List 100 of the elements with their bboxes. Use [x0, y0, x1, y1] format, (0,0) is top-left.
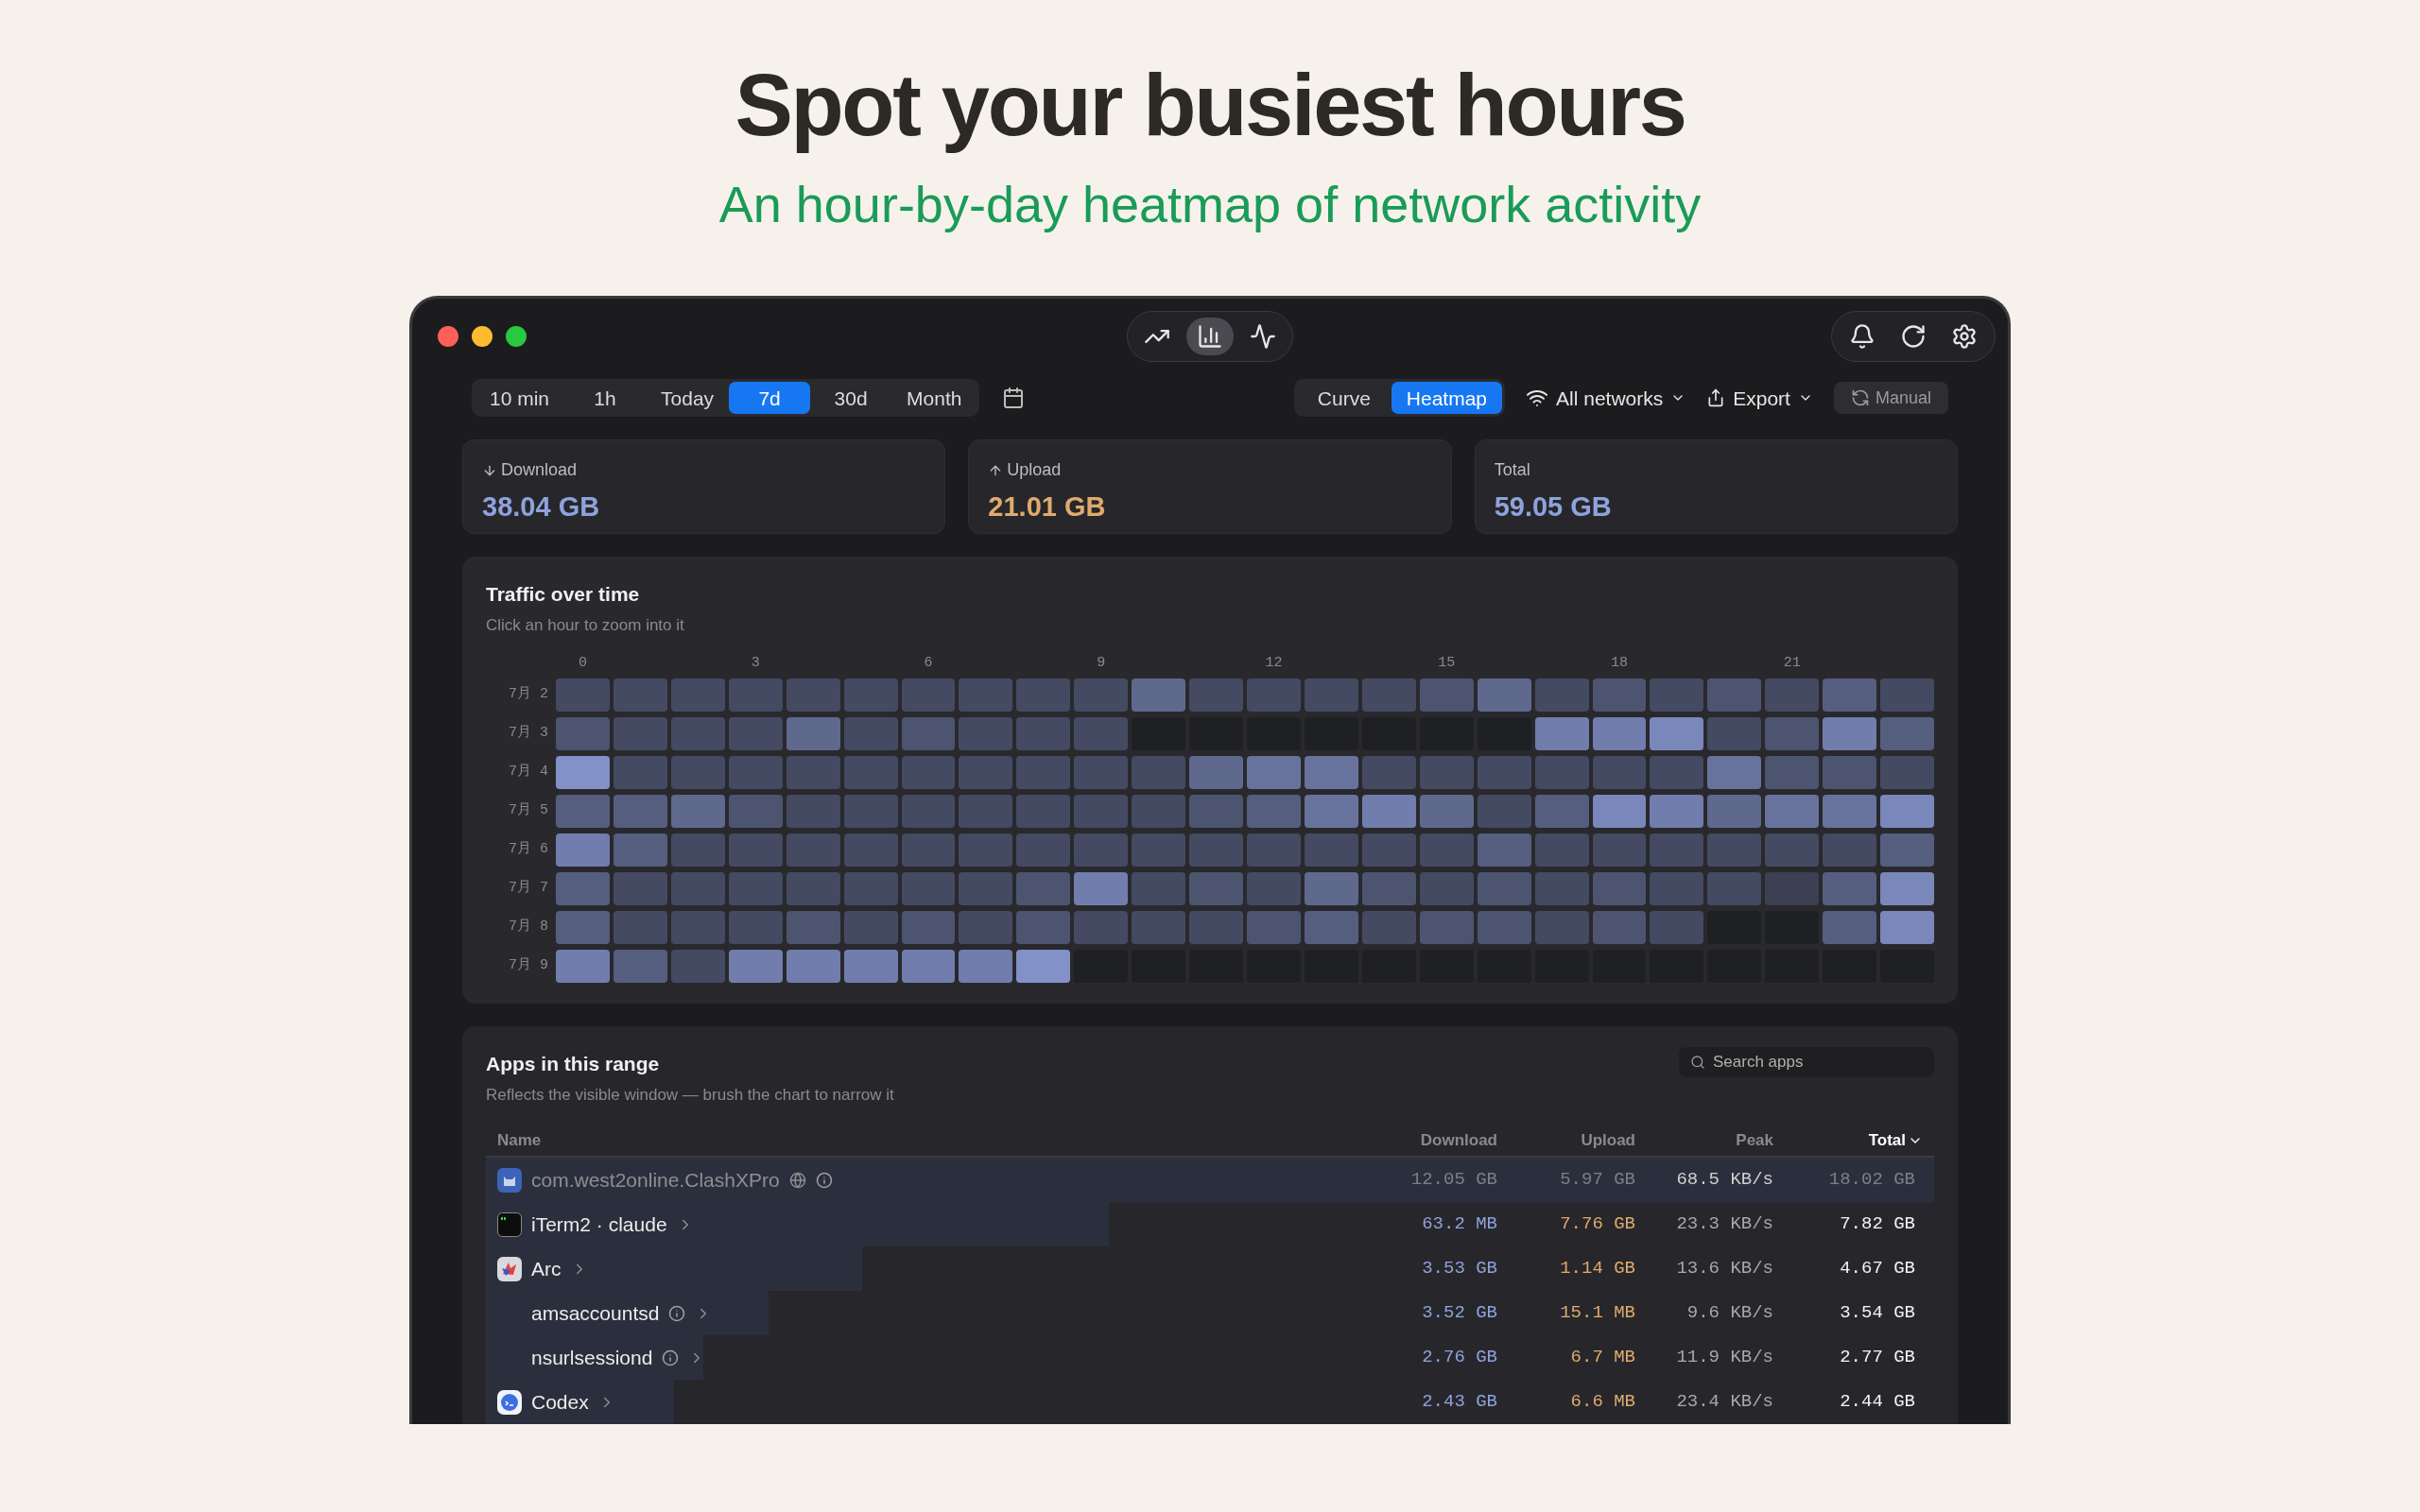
heatmap-cell[interactable] [843, 795, 898, 829]
heatmap-cell[interactable] [556, 679, 610, 713]
heatmap-cell[interactable] [786, 872, 840, 906]
heatmap-cell[interactable] [1880, 679, 1934, 713]
heatmap-cell[interactable] [1074, 911, 1129, 945]
heatmap-cell[interactable] [1016, 872, 1071, 906]
heatmap-cell[interactable] [1823, 911, 1877, 945]
heatmap-cell[interactable] [670, 833, 725, 868]
column-header[interactable]: Peak [1736, 1128, 1773, 1153]
heatmap-cell[interactable] [613, 795, 667, 829]
heatmap-cell[interactable] [1765, 679, 1820, 713]
heatmap-cell[interactable] [670, 679, 725, 713]
heatmap-cell[interactable] [1592, 717, 1647, 751]
heatmap-cell[interactable] [1016, 679, 1071, 713]
heatmap-cell[interactable] [1189, 795, 1243, 829]
heatmap-cell[interactable] [786, 717, 840, 751]
heatmap-cell[interactable] [613, 717, 667, 751]
heatmap-cell[interactable] [1880, 872, 1934, 906]
heatmap-cell[interactable] [901, 950, 956, 984]
heatmap-cell[interactable] [1247, 679, 1301, 713]
heatmap-cell[interactable] [728, 679, 783, 713]
heatmap-cell[interactable] [786, 833, 840, 868]
heatmap-cell[interactable] [1650, 911, 1704, 945]
heatmap-cell[interactable] [1304, 795, 1358, 829]
heatmap-cell[interactable] [1074, 717, 1129, 751]
heatmap-cell[interactable] [1592, 756, 1647, 790]
heatmap-cell[interactable] [959, 833, 1013, 868]
heatmap-cell[interactable] [1823, 756, 1877, 790]
heatmap-cell[interactable] [1132, 911, 1186, 945]
heatmap-cell[interactable] [1132, 795, 1186, 829]
heatmap-cell[interactable] [1707, 872, 1762, 906]
heatmap-cell[interactable] [670, 756, 725, 790]
heatmap-cell[interactable] [1132, 756, 1186, 790]
heatmap-cell[interactable] [1765, 795, 1820, 829]
mode-tab[interactable]: Heatmap [1391, 382, 1503, 415]
heatmap-cell[interactable] [1016, 795, 1071, 829]
heatmap-cell[interactable] [1361, 833, 1416, 868]
heatmap-cell[interactable] [1823, 679, 1877, 713]
heatmap-cell[interactable] [1132, 872, 1186, 906]
heatmap-cell[interactable] [613, 833, 667, 868]
heatmap-cell[interactable] [1650, 717, 1704, 751]
heatmap-cell[interactable] [959, 756, 1013, 790]
heatmap-cell[interactable] [843, 911, 898, 945]
heatmap-cell[interactable] [1361, 911, 1416, 945]
heatmap-cell[interactable] [1074, 679, 1129, 713]
heatmap-cell[interactable] [1880, 795, 1934, 829]
heatmap-cell[interactable] [1650, 756, 1704, 790]
view-button[interactable] [1186, 317, 1234, 355]
heatmap-cell[interactable] [1189, 911, 1243, 945]
range-tab[interactable]: 30d [810, 382, 892, 415]
heatmap-cell[interactable] [613, 756, 667, 790]
heatmap-cell[interactable] [1074, 833, 1129, 868]
heatmap-cell[interactable] [1592, 679, 1647, 713]
heatmap-cell[interactable] [786, 950, 840, 984]
heatmap-cell[interactable] [1534, 872, 1589, 906]
heatmap-cell[interactable] [1880, 756, 1934, 790]
heatmap-cell[interactable] [556, 833, 610, 868]
heatmap-cell[interactable] [1477, 833, 1531, 868]
heatmap-cell[interactable] [728, 717, 783, 751]
heatmap-cell[interactable] [1016, 911, 1071, 945]
heatmap-cell[interactable] [1304, 679, 1358, 713]
heatmap-cell[interactable] [786, 911, 840, 945]
heatmap-cell[interactable] [1823, 717, 1877, 751]
heatmap-cell[interactable] [1477, 756, 1531, 790]
heatmap-cell[interactable] [1247, 911, 1301, 945]
heatmap-cell[interactable] [613, 872, 667, 906]
range-tab[interactable]: 10 min [475, 382, 565, 415]
heatmap-cell[interactable] [901, 911, 956, 945]
heatmap-cell[interactable] [1189, 833, 1243, 868]
heatmap-cell[interactable] [843, 833, 898, 868]
heatmap-cell[interactable] [1016, 833, 1071, 868]
heatmap-cell[interactable] [1247, 795, 1301, 829]
range-tab[interactable]: Month [891, 382, 977, 415]
heatmap-cell[interactable] [1477, 872, 1531, 906]
heatmap-cell[interactable] [1765, 756, 1820, 790]
app-name[interactable]: Codex [531, 1386, 589, 1418]
heatmap-cell[interactable] [1823, 795, 1877, 829]
heatmap-cell[interactable] [670, 911, 725, 945]
column-header[interactable]: Download [1420, 1128, 1497, 1153]
manual-button[interactable]: Manual [1833, 382, 1948, 415]
heatmap-cell[interactable] [670, 717, 725, 751]
minimize-button[interactable] [472, 325, 493, 347]
app-name[interactable]: nsurlsessiond [531, 1342, 653, 1373]
heatmap-cell[interactable] [1304, 756, 1358, 790]
heatmap-cell[interactable] [786, 795, 840, 829]
heatmap-cell[interactable] [786, 679, 840, 713]
heatmap-cell[interactable] [1707, 795, 1762, 829]
heatmap-cell[interactable] [1534, 795, 1589, 829]
heatmap-cell[interactable] [1247, 872, 1301, 906]
heatmap-cell[interactable] [1189, 679, 1243, 713]
heatmap-cell[interactable] [843, 756, 898, 790]
heatmap-cell[interactable] [959, 872, 1013, 906]
heatmap-cell[interactable] [556, 795, 610, 829]
heatmap-cell[interactable] [1592, 833, 1647, 868]
heatmap-cell[interactable] [728, 950, 783, 984]
heatmap-cell[interactable] [1304, 911, 1358, 945]
heatmap-cell[interactable] [843, 950, 898, 984]
heatmap-cell[interactable] [728, 872, 783, 906]
heatmap-cell[interactable] [1592, 911, 1647, 945]
heatmap-cell[interactable] [556, 872, 610, 906]
